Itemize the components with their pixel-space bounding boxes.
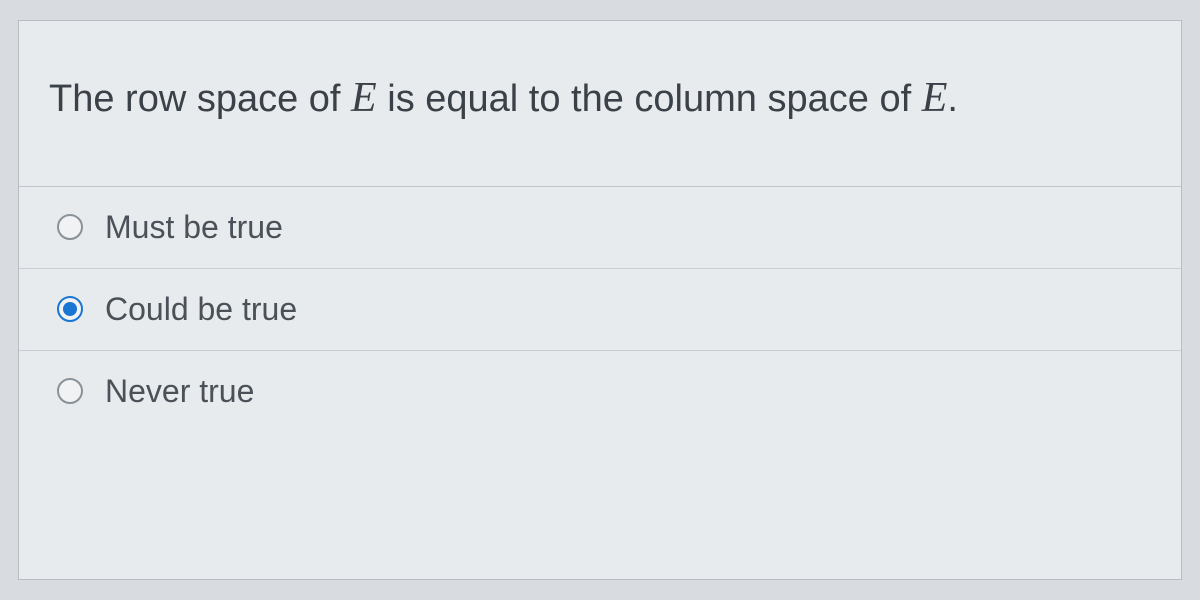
question-text: The row space of E is equal to the colum…: [19, 21, 1181, 186]
option-never-true[interactable]: Never true: [19, 351, 1181, 432]
radio-icon: [57, 378, 83, 404]
option-label: Could be true: [105, 291, 297, 328]
radio-icon: [57, 296, 83, 322]
math-variable-2: E: [922, 75, 948, 121]
question-card: The row space of E is equal to the colum…: [18, 20, 1182, 580]
question-prefix: The row space of: [49, 78, 351, 120]
option-label: Never true: [105, 373, 254, 410]
option-could-be-true[interactable]: Could be true: [19, 269, 1181, 351]
radio-icon: [57, 214, 83, 240]
option-label: Must be true: [105, 209, 283, 246]
option-must-be-true[interactable]: Must be true: [19, 187, 1181, 269]
math-variable-1: E: [351, 75, 377, 121]
question-suffix: .: [947, 78, 958, 120]
question-middle: is equal to the column space of: [377, 78, 922, 120]
options-container: Must be true Could be true Never true: [19, 186, 1181, 432]
